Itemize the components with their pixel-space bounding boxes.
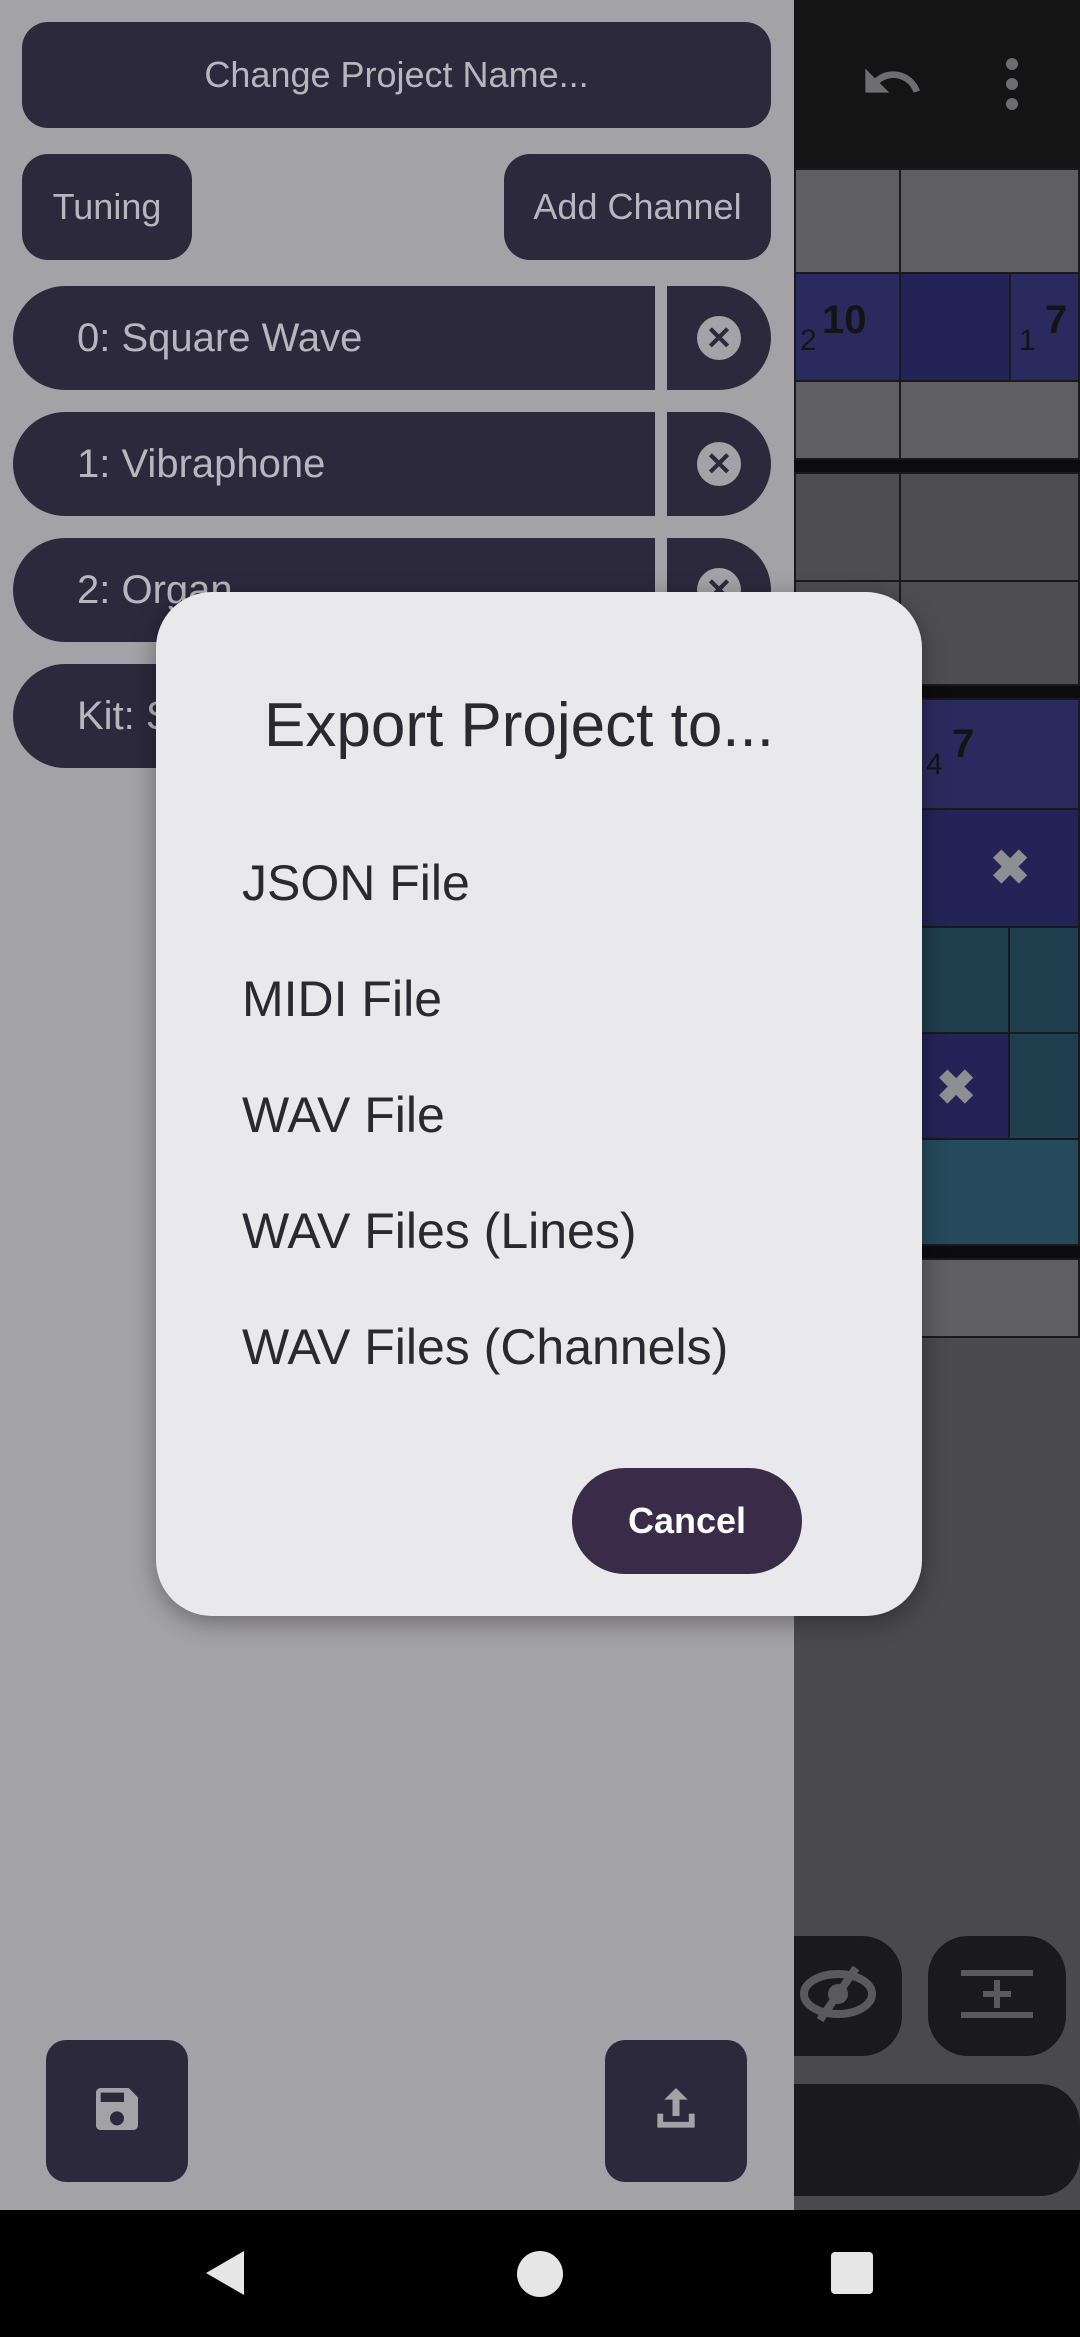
export-midi-option[interactable]: MIDI File — [242, 970, 442, 1028]
bottom-bar[interactable] — [794, 2084, 1080, 2196]
dialog-title: Export Project to... — [264, 691, 774, 760]
note-value: 7 — [952, 722, 975, 766]
grid-cell[interactable] — [899, 580, 1080, 686]
close-icon: ✖ — [936, 1062, 977, 1115]
undo-icon[interactable] — [860, 50, 924, 126]
insert-line-icon — [957, 1966, 1037, 2027]
export-json-option[interactable]: JSON File — [242, 854, 470, 912]
visibility-toggle-button[interactable] — [794, 1936, 902, 2056]
export-wav-option[interactable]: WAV File — [242, 1086, 445, 1144]
remove-channel-0-button[interactable]: ✕ — [667, 286, 771, 390]
grid-cell[interactable] — [1008, 926, 1080, 1034]
save-icon — [89, 2081, 145, 2142]
note-octave: 4 — [926, 748, 943, 781]
change-project-name-label: Change Project Name... — [204, 54, 589, 95]
change-project-name-button[interactable]: Change Project Name... — [22, 22, 771, 128]
note-value: 7 — [1045, 298, 1068, 342]
cancel-label: Cancel — [627, 1500, 747, 1541]
grid-cell[interactable] — [1008, 1032, 1080, 1140]
channel-label: 1: Vibraphone — [77, 441, 326, 486]
grid-cell[interactable] — [899, 272, 1011, 382]
close-icon: ✖ — [990, 842, 1031, 895]
remove-icon: ✕ — [697, 442, 741, 486]
remove-icon: ✕ — [697, 316, 741, 360]
note-octave: 2 — [800, 324, 817, 357]
note-value: 10 — [822, 298, 867, 342]
cancel-button[interactable]: Cancel — [572, 1468, 802, 1574]
grid-cell-note[interactable]: 1 7 — [1009, 272, 1080, 382]
grid-cell[interactable] — [899, 168, 1080, 274]
share-upload-icon — [648, 2081, 704, 2142]
top-toolbar — [794, 0, 1080, 168]
more-vert-icon[interactable] — [1000, 56, 1024, 117]
tuning-button[interactable]: Tuning — [22, 154, 192, 260]
recents-icon[interactable] — [831, 2252, 873, 2299]
grid-cell[interactable] — [794, 380, 901, 460]
channel-label: 0: Square Wave — [77, 315, 363, 360]
grid-cell[interactable] — [899, 380, 1080, 460]
add-channel-label: Add Channel — [533, 186, 742, 227]
remove-channel-1-button[interactable]: ✕ — [667, 412, 771, 516]
grid-cell-note[interactable]: 2 10 — [794, 272, 901, 382]
note-octave: 1 — [1019, 324, 1036, 357]
channel-item-1[interactable]: 1: Vibraphone — [13, 412, 655, 516]
home-icon[interactable] — [516, 2250, 564, 2303]
visibility-off-icon — [798, 1964, 878, 2029]
grid-cell[interactable] — [794, 472, 901, 582]
system-nav-bar — [0, 2210, 1080, 2337]
export-wav-lines-option[interactable]: WAV Files (Lines) — [242, 1202, 637, 1260]
tuning-label: Tuning — [52, 186, 162, 227]
export-button[interactable] — [605, 2040, 747, 2182]
add-channel-button[interactable]: Add Channel — [504, 154, 771, 260]
save-button[interactable] — [46, 2040, 188, 2182]
section-divider — [794, 460, 1080, 472]
back-icon[interactable] — [200, 2248, 250, 2303]
grid-cell[interactable] — [794, 168, 901, 274]
insert-line-button[interactable] — [928, 1936, 1066, 2056]
grid-cell[interactable] — [899, 472, 1080, 582]
export-dialog: Export Project to... JSON File MIDI File… — [156, 592, 922, 1616]
export-wav-channels-option[interactable]: WAV Files (Channels) — [242, 1318, 728, 1376]
channel-item-0[interactable]: 0: Square Wave — [13, 286, 655, 390]
